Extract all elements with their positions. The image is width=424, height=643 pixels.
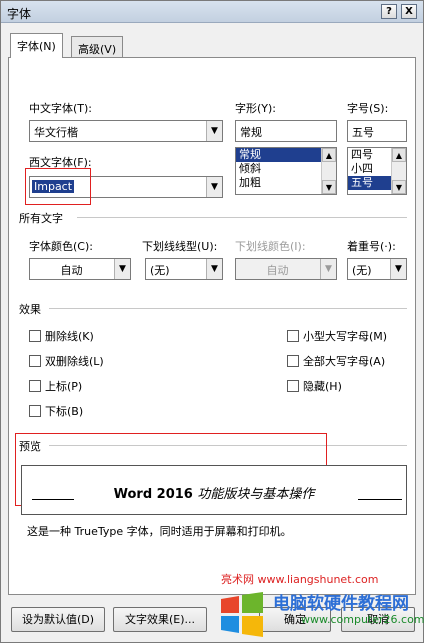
chevron-down-icon[interactable]: ▼ (206, 121, 222, 141)
font-style-input[interactable]: 常规 (235, 120, 337, 142)
checkbox-icon[interactable] (287, 380, 299, 392)
chevron-down-icon[interactable]: ▼ (390, 259, 406, 279)
font-style-scrollbar[interactable]: ▲ ▼ (321, 148, 336, 194)
chevron-down-icon[interactable]: ▼ (114, 259, 130, 279)
watermark-url: www.computer26.com (301, 613, 424, 626)
font-size-scrollbar[interactable]: ▲ ▼ (391, 148, 406, 194)
chinese-font-value: 华文行楷 (34, 126, 78, 139)
preview-box: Word 2016 功能版块与基本操作 (21, 465, 407, 515)
section-divider (49, 308, 407, 309)
scroll-down-icon[interactable]: ▼ (322, 180, 336, 194)
scroll-down-icon[interactable]: ▼ (392, 180, 406, 194)
checkbox-icon[interactable] (29, 380, 41, 392)
underline-color-combo: 自动 ▼ (235, 258, 337, 280)
watermark-brand: 电脑软硬件教程网 (273, 594, 409, 614)
font-color-label: 字体颜色(C): (29, 240, 93, 253)
font-size-input[interactable]: 五号 (347, 120, 407, 142)
section-divider (77, 217, 407, 218)
checkbox-label: 隐藏(H) (303, 380, 342, 393)
chevron-down-icon[interactable]: ▼ (206, 259, 222, 279)
checkbox-icon[interactable] (287, 330, 299, 342)
hidden-checkbox[interactable]: 隐藏(H) (287, 378, 342, 393)
title-bar: 字体 ? X (1, 1, 423, 23)
preview-sample-cjk: 功能版块与基本操作 (197, 487, 315, 502)
checkbox-label: 上标(P) (45, 380, 83, 393)
chinese-font-combo[interactable]: 华文行楷 ▼ (29, 120, 223, 142)
checkbox-icon[interactable] (29, 405, 41, 417)
double-strikethrough-checkbox[interactable]: 双删除线(L) (29, 353, 104, 368)
underline-style-combo[interactable]: (无) ▼ (145, 258, 223, 280)
preview-description: 这是一种 TrueType 字体，同时适用于屏幕和打印机。 (27, 525, 292, 538)
font-size-list[interactable]: 四号 小四 五号 ▲ ▼ (347, 147, 407, 195)
subscript-checkbox[interactable]: 下标(B) (29, 403, 84, 418)
underline-style-label: 下划线线型(U): (142, 240, 218, 253)
small-caps-checkbox[interactable]: 小型大写字母(M) (287, 328, 388, 343)
checkbox-label: 下标(B) (45, 405, 84, 418)
underline-color-value: 自动 (266, 264, 289, 277)
preview-sample-text: Word 2016 功能版块与基本操作 (22, 483, 406, 502)
set-default-button[interactable]: 设为默认值(D) (11, 607, 105, 632)
checkbox-icon[interactable] (29, 355, 41, 367)
chevron-down-icon: ▼ (320, 259, 336, 279)
help-button[interactable]: ? (381, 4, 397, 19)
emphasis-mark-label: 着重号(·): (347, 240, 396, 253)
close-button[interactable]: X (401, 4, 417, 19)
all-caps-checkbox[interactable]: 全部大写字母(A) (287, 353, 386, 368)
font-color-value: 自动 (60, 264, 83, 277)
checkbox-label: 小型大写字母(M) (303, 330, 388, 343)
font-style-list[interactable]: 常规 倾斜 加粗 ▲ ▼ (235, 147, 337, 195)
font-color-combo[interactable]: 自动 ▼ (29, 258, 131, 280)
preview-sample-latin: Word 2016 (113, 487, 193, 502)
watermark-site: 亮术网 www.liangshunet.com (221, 573, 379, 586)
scroll-up-icon[interactable]: ▲ (322, 148, 336, 162)
effects-section-label: 效果 (19, 303, 41, 316)
underline-color-label: 下划线颜色(I): (235, 240, 306, 253)
dialog-title: 字体 (7, 7, 32, 21)
checkbox-icon[interactable] (287, 355, 299, 367)
superscript-checkbox[interactable]: 上标(P) (29, 378, 83, 393)
tab-advanced[interactable]: 高级(V) (71, 36, 124, 58)
checkbox-label: 双删除线(L) (45, 355, 104, 368)
tab-font[interactable]: 字体(N) (10, 33, 63, 58)
emphasis-mark-combo[interactable]: (无) ▼ (347, 258, 407, 280)
chevron-down-icon[interactable]: ▼ (206, 177, 222, 197)
text-effects-button[interactable]: 文字效果(E)... (113, 607, 207, 632)
highlight-box (25, 168, 91, 205)
checkbox-icon[interactable] (29, 330, 41, 342)
chinese-font-label: 中文字体(T): (29, 102, 93, 115)
scroll-up-icon[interactable]: ▲ (392, 148, 406, 162)
font-size-label: 字号(S): (347, 102, 389, 115)
emphasis-mark-value: (无) (352, 264, 372, 277)
windows-logo-icon (221, 592, 263, 637)
checkbox-label: 全部大写字母(A) (303, 355, 386, 368)
strikethrough-checkbox[interactable]: 删除线(K) (29, 328, 94, 343)
all-text-section-label: 所有文字 (19, 212, 63, 225)
font-dialog: 字体 ? X 字体(N) 高级(V) 中文字体(T): 华文行楷 ▼ 字形(Y)… (0, 0, 424, 643)
font-style-label: 字形(Y): (235, 102, 277, 115)
checkbox-label: 删除线(K) (45, 330, 94, 343)
underline-style-value: (无) (150, 264, 170, 277)
